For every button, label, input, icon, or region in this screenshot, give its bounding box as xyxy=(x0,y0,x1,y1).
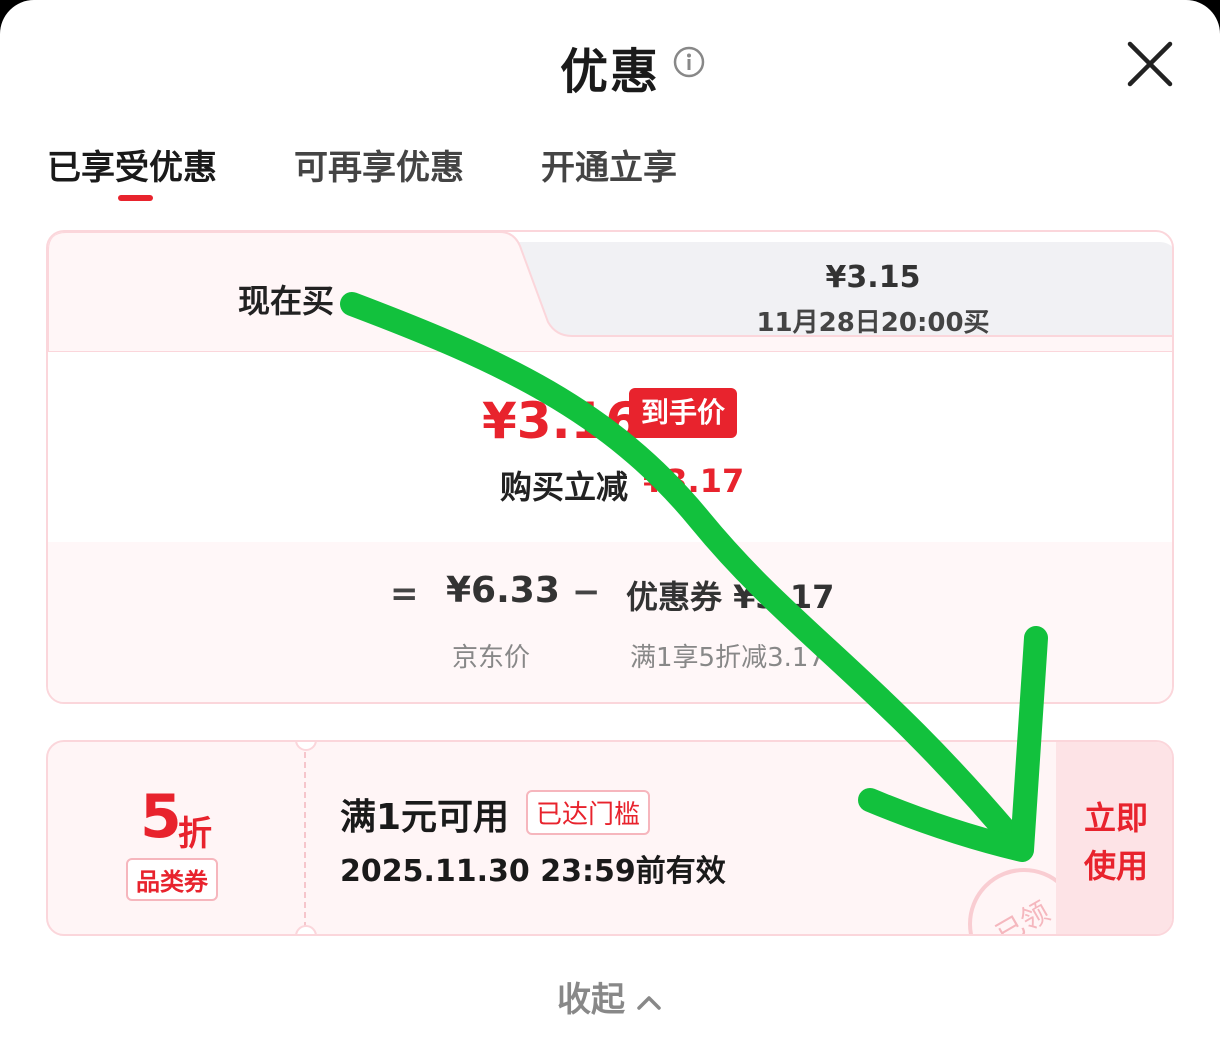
minus-sign: − xyxy=(572,572,601,612)
claimed-stamp-text: 已领 xyxy=(990,895,1056,936)
chevron-up-icon xyxy=(637,995,661,1010)
discount-value: 5 xyxy=(140,782,182,852)
collapse-label: 收起 xyxy=(557,980,625,1020)
buy-later-price: ¥3.15 xyxy=(825,260,921,295)
coupon-caption: 满1享5折减3.17 xyxy=(630,643,825,673)
coupon-type-badge: 品类券 xyxy=(126,858,218,901)
buy-later-time: 11月28日20:00买 xyxy=(756,308,990,338)
price-breakdown-card: 现在买 ¥3.15 11月28日20:00买 ¥3.16 到手价 购买立减 ¥3… xyxy=(46,230,1174,704)
coupon-divider xyxy=(304,752,306,928)
tab-more-discounts[interactable]: 可再享优惠 xyxy=(294,140,464,189)
final-price-badge: 到手价 xyxy=(629,388,738,438)
tab-enjoyed-discounts[interactable]: 已享受优惠 xyxy=(47,140,217,189)
equals-sign: = xyxy=(390,574,419,614)
info-icon[interactable] xyxy=(672,45,706,79)
reduce-label: 购买立减 xyxy=(500,468,629,506)
collapse-button[interactable]: 收起 xyxy=(0,972,1220,1021)
discount-unit: 折 xyxy=(178,814,212,854)
use-now-button[interactable]: 立即使用 xyxy=(1056,742,1172,934)
jd-price-caption: 京东价 xyxy=(452,643,531,673)
use-now-label: 立即使用 xyxy=(1083,799,1148,885)
coupon-condition: 满1元可用 xyxy=(340,797,510,838)
buy-now-label[interactable]: 现在买 xyxy=(238,276,334,322)
title-text: 优惠 xyxy=(559,44,660,100)
price-calculation-zone xyxy=(48,542,1172,702)
threshold-reached-badge: 已达门槛 xyxy=(526,790,651,835)
final-price: ¥3.16 xyxy=(482,392,641,450)
active-tab-indicator xyxy=(118,195,153,201)
page-title: 优惠 xyxy=(0,32,1220,102)
close-icon[interactable] xyxy=(1122,36,1178,92)
coupon-deduction: 优惠券 ¥3.17 xyxy=(626,578,835,616)
coupon-expiry: 2025.11.30 23:59前有效 xyxy=(340,854,726,889)
coupon-notch-bottom xyxy=(295,925,317,934)
discount-sheet: 优惠 已享受优惠 可再享优惠 开通立享 现在买 ¥3.15 11月28日20:0… xyxy=(0,0,1220,1037)
tab-activate-now[interactable]: 开通立享 xyxy=(541,140,677,189)
reduce-amount: ¥3.17 xyxy=(643,462,745,500)
jd-price: ¥6.33 xyxy=(446,570,560,611)
coupon-card: 5 折 品类券 满1元可用 已达门槛 2025.11.30 23:59前有效 已… xyxy=(46,740,1174,936)
